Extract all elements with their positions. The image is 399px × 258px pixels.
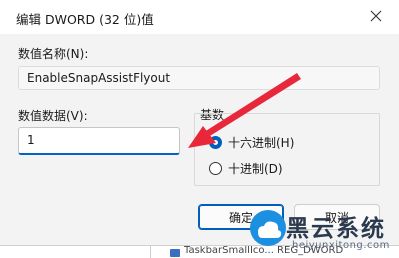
value-data-label: 数值数据(V): bbox=[18, 109, 88, 123]
radio-hex[interactable]: 十六进制(H) bbox=[209, 134, 294, 151]
radio-dec[interactable]: 十进制(D) bbox=[209, 160, 283, 177]
radio-checked-icon bbox=[209, 136, 222, 149]
background-divider bbox=[150, 246, 151, 258]
dialog-titlebar: 编辑 DWORD (32 位)值 bbox=[0, 0, 399, 34]
radio-dec-label: 十进制(D) bbox=[228, 162, 283, 176]
registry-value-icon bbox=[170, 249, 180, 257]
dialog-title: 编辑 DWORD (32 位)值 bbox=[16, 12, 154, 27]
background-tree-pane bbox=[0, 246, 150, 258]
cloud-logo-icon bbox=[250, 210, 286, 246]
watermark-url: heiyunxitong.com bbox=[292, 240, 390, 251]
watermark-brand: 黑云系统 bbox=[286, 216, 386, 242]
watermark: 黑云系统 heiyunxitong.com bbox=[248, 208, 398, 258]
value-name-label: 数值名称(N): bbox=[18, 47, 89, 61]
close-icon bbox=[370, 10, 382, 22]
value-name-field[interactable]: EnableSnapAssistFlyout bbox=[18, 66, 380, 90]
radio-unchecked-icon bbox=[209, 162, 222, 175]
close-button[interactable] bbox=[362, 4, 390, 28]
value-data-input[interactable]: 1 bbox=[18, 127, 180, 155]
radio-hex-label: 十六进制(H) bbox=[228, 136, 295, 150]
